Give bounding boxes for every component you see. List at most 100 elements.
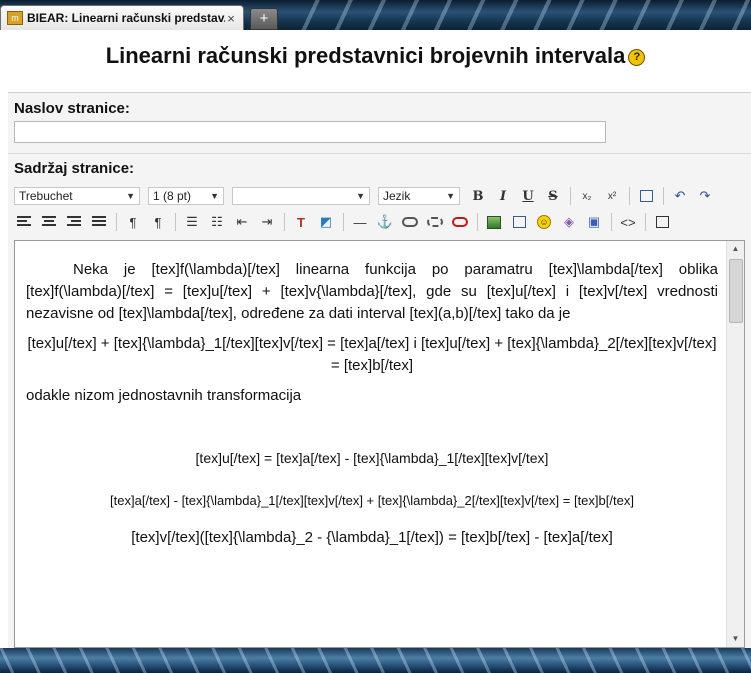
paragraph: [tex]u[/tex] = [tex]a[/tex] - [tex]{\lam…: [195, 450, 549, 466]
content-label: Sadržaj stranice:: [14, 160, 135, 177]
format-select[interactable]: ▼: [232, 187, 370, 205]
background-color-icon: ◩: [319, 214, 333, 229]
scroll-down-icon[interactable]: ▼: [727, 631, 744, 647]
chevron-down-icon: ▼: [126, 191, 135, 201]
insert-char-button[interactable]: ◈: [559, 212, 579, 232]
page-title-text: Linearni računski predstavnici brojevnih…: [105, 43, 626, 68]
align-center-button[interactable]: [39, 212, 59, 232]
align-right-button[interactable]: [64, 212, 84, 232]
tab-title: BIEAR: Linearni računski predstav...: [27, 11, 225, 25]
insert-smiley-button[interactable]: ☺: [534, 212, 554, 232]
indent-button[interactable]: ⇥: [257, 212, 277, 232]
bold-button[interactable]: B: [468, 186, 488, 206]
clean-word-button[interactable]: [636, 186, 656, 206]
toolbar-separator: [175, 213, 176, 231]
chevron-down-icon: ▼: [446, 191, 455, 201]
ltr-icon: ¶: [129, 214, 137, 230]
rtl-icon: ¶: [154, 214, 162, 230]
search-replace-icon: ▣: [587, 214, 601, 229]
nolink-button[interactable]: [450, 212, 470, 232]
editor-content[interactable]: Neka je [tex]f(\lambda)[/tex] linearna f…: [26, 241, 718, 549]
ordered-list-icon: ☰: [186, 214, 198, 229]
strikethrough-button[interactable]: S: [543, 186, 563, 206]
editor-toolbar-row-2: ¶ ¶ ☰ ☷ ⇤ ⇥ T ◩ — ⚓ ☺ ◈ ▣ <>: [14, 211, 735, 233]
toolbar-separator: [663, 187, 664, 205]
underline-button[interactable]: U: [518, 186, 538, 206]
title-label: Naslov stranice:: [14, 100, 130, 117]
language-value: Jezik: [383, 189, 411, 203]
toolbar-separator: [645, 213, 646, 231]
paragraph: odakle nizom jednostavnih transformacija: [26, 387, 302, 404]
title-input[interactable]: [14, 121, 606, 143]
image-icon: [487, 215, 501, 229]
link-icon: [402, 217, 418, 227]
undo-icon: ↶: [674, 188, 686, 203]
justify-button[interactable]: [89, 212, 109, 232]
fullscreen-icon: [655, 216, 669, 228]
font-size-value: 1 (8 pt): [153, 189, 192, 203]
toolbar-separator: [629, 187, 630, 205]
editor-toolbar-row-1: Trebuchet ▼ 1 (8 pt) ▼ ▼ Jezik ▼ B I U S x₂…: [14, 185, 735, 207]
subscript-button[interactable]: x₂: [577, 186, 597, 206]
horizontal-rule-icon: —: [353, 214, 367, 230]
horizontal-rule-button[interactable]: —: [350, 212, 370, 232]
chevron-down-icon: ▼: [356, 191, 365, 201]
window-background-bottom: [0, 648, 751, 673]
rtl-button[interactable]: ¶: [148, 212, 168, 232]
insert-image-button[interactable]: [484, 212, 504, 232]
undo-button[interactable]: ↶: [670, 186, 690, 206]
italic-button[interactable]: I: [493, 186, 513, 206]
redo-button[interactable]: ↷: [695, 186, 715, 206]
toolbar-separator: [570, 187, 571, 205]
font-family-value: Trebuchet: [19, 189, 73, 203]
outdent-icon: ⇤: [236, 214, 248, 229]
divider: [8, 153, 751, 154]
background-color-button[interactable]: ◩: [316, 212, 336, 232]
unlink-icon: [427, 217, 443, 227]
smiley-icon: ☺: [537, 215, 551, 229]
search-replace-button[interactable]: ▣: [584, 212, 604, 232]
bear-icon: m: [7, 11, 23, 25]
unlink-button[interactable]: [425, 212, 445, 232]
outdent-button[interactable]: ⇤: [232, 212, 252, 232]
edit-form: Naslov stranice: Sadržaj stranice: Trebu…: [8, 92, 751, 649]
redo-icon: ↷: [699, 188, 711, 203]
anchor-button[interactable]: ⚓: [375, 212, 395, 232]
close-icon[interactable]: ×: [225, 11, 237, 26]
browser-tab[interactable]: m BIEAR: Linearni računski predstav... ×: [0, 5, 244, 30]
chevron-down-icon: ▼: [210, 191, 219, 201]
paragraph: [tex]a[/tex] - [tex]{\lambda}_1[/tex][te…: [110, 493, 634, 508]
unordered-list-button[interactable]: ☷: [207, 212, 227, 232]
ltr-button[interactable]: ¶: [123, 212, 143, 232]
editor-scrollbar[interactable]: ▲ ▼: [726, 241, 744, 647]
toolbar-separator: [343, 213, 344, 231]
scrollbar-thumb[interactable]: [729, 259, 743, 323]
font-size-select[interactable]: 1 (8 pt) ▼: [148, 187, 224, 205]
align-left-icon: [17, 216, 31, 228]
align-center-icon: [42, 216, 56, 228]
text-color-icon: T: [297, 214, 305, 230]
anchor-icon: ⚓: [376, 214, 394, 229]
ordered-list-button[interactable]: ☰: [182, 212, 202, 232]
fullscreen-button[interactable]: [652, 212, 672, 232]
new-tab-button[interactable]: +: [250, 8, 278, 30]
align-right-icon: [67, 216, 81, 228]
justify-icon: [92, 216, 106, 228]
page-content: Linearni računski predstavnici brojevnih…: [0, 30, 751, 649]
indent-icon: ⇥: [261, 214, 273, 229]
page-title: Linearni računski predstavnici brojevnih…: [0, 43, 751, 69]
paragraph: Neka je [tex]f(\lambda)[/tex] linearna f…: [26, 261, 718, 322]
text-color-button[interactable]: T: [291, 212, 311, 232]
paragraph: [tex]u[/tex] + [tex]{\lambda}_1[/tex][te…: [27, 335, 717, 374]
superscript-button[interactable]: x²: [602, 186, 622, 206]
language-select[interactable]: Jezik ▼: [378, 187, 460, 205]
rich-text-editor[interactable]: Neka je [tex]f(\lambda)[/tex] linearna f…: [14, 240, 745, 648]
font-family-select[interactable]: Trebuchet ▼: [14, 187, 140, 205]
help-icon[interactable]: ?: [628, 48, 646, 66]
html-source-button[interactable]: <>: [618, 212, 638, 232]
scroll-up-icon[interactable]: ▲: [727, 241, 744, 257]
nolink-icon: [452, 217, 468, 227]
insert-table-button[interactable]: [509, 212, 529, 232]
link-button[interactable]: [400, 212, 420, 232]
align-left-button[interactable]: [14, 212, 34, 232]
